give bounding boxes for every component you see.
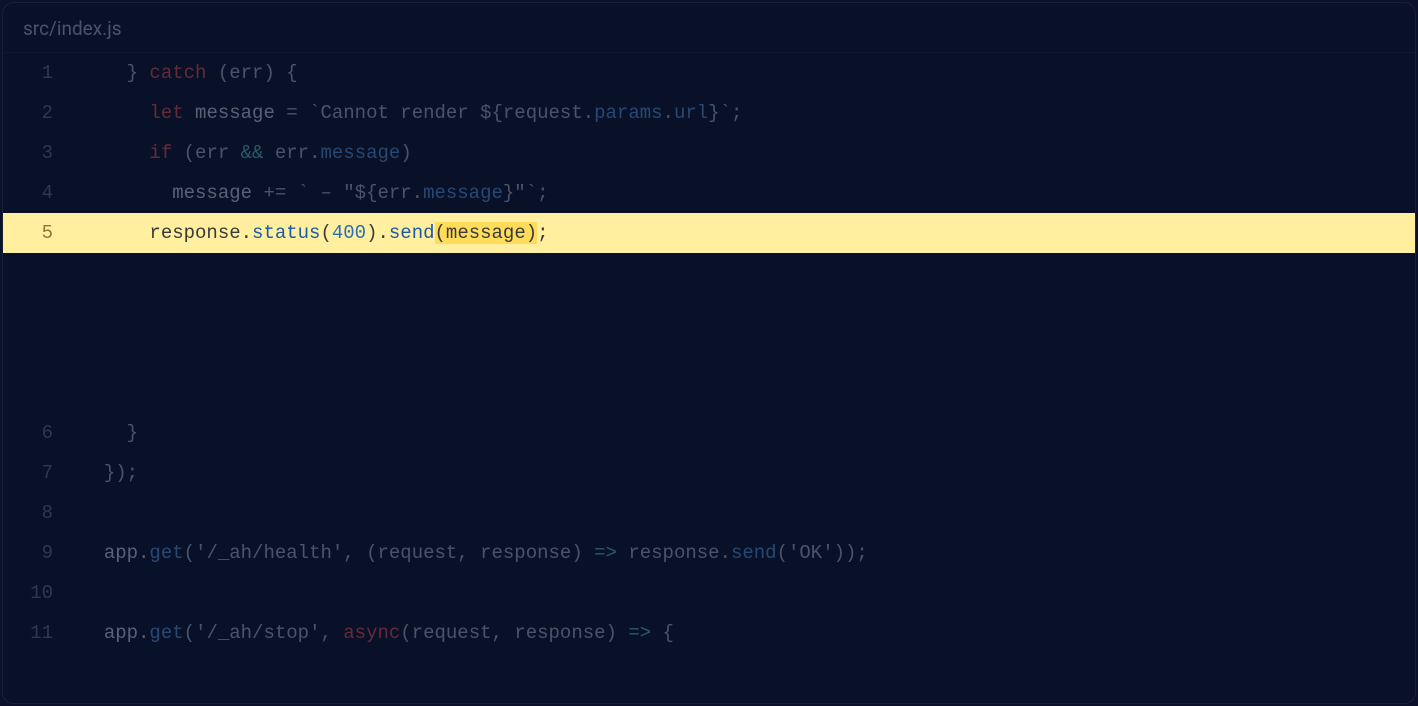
code-line[interactable]: 9 app.get('/_ah/health', (request, respo… xyxy=(3,533,1415,573)
file-path: src/index.js xyxy=(3,3,1415,53)
code-content: } catch (err) { xyxy=(81,62,1415,84)
code-content: app.get('/_ah/health', (request, respons… xyxy=(81,542,1415,564)
line-number: 9 xyxy=(3,542,81,564)
code-content: response.status(400).send(message); xyxy=(81,222,1415,244)
code-content: if (err && err.message) xyxy=(81,142,1415,164)
code-content: message += ` – "${err.message}"`; xyxy=(81,182,1415,204)
code-line[interactable]: 3 if (err && err.message) xyxy=(3,133,1415,173)
line-number: 7 xyxy=(3,462,81,484)
code-editor[interactable]: 1 } catch (err) {2 let message = `Cannot… xyxy=(3,53,1415,703)
line-number: 6 xyxy=(3,422,81,444)
code-content: app.get('/_ah/stop', async(request, resp… xyxy=(81,622,1415,644)
line-number: 2 xyxy=(3,102,81,124)
line-number: 1 xyxy=(3,62,81,84)
code-content: }); xyxy=(81,462,1415,484)
line-number: 4 xyxy=(3,182,81,204)
code-line[interactable]: 11 app.get('/_ah/stop', async(request, r… xyxy=(3,613,1415,653)
editor-window: src/index.js 1 } catch (err) {2 let mess… xyxy=(2,2,1416,704)
code-content: } xyxy=(81,422,1415,444)
code-line[interactable]: 1 } catch (err) { xyxy=(3,53,1415,93)
code-content: let message = `Cannot render ${request.p… xyxy=(81,102,1415,124)
code-line[interactable]: 8 xyxy=(3,493,1415,533)
line-number: 10 xyxy=(3,582,81,604)
code-line[interactable]: 7 }); xyxy=(3,453,1415,493)
line-number: 11 xyxy=(3,622,81,644)
code-line[interactable]: 2 let message = `Cannot render ${request… xyxy=(3,93,1415,133)
code-line[interactable]: 6 } xyxy=(3,413,1415,453)
code-line[interactable]: 4 message += ` – "${err.message}"`; xyxy=(3,173,1415,213)
line-number: 8 xyxy=(3,502,81,524)
line-number: 3 xyxy=(3,142,81,164)
highlight-mark: (message) xyxy=(435,222,538,244)
line-number: 5 xyxy=(3,222,81,244)
code-line[interactable]: 10 xyxy=(3,573,1415,613)
code-line-highlighted[interactable]: 5 response.status(400).send(message); xyxy=(3,213,1415,253)
blank-region xyxy=(3,253,1415,413)
